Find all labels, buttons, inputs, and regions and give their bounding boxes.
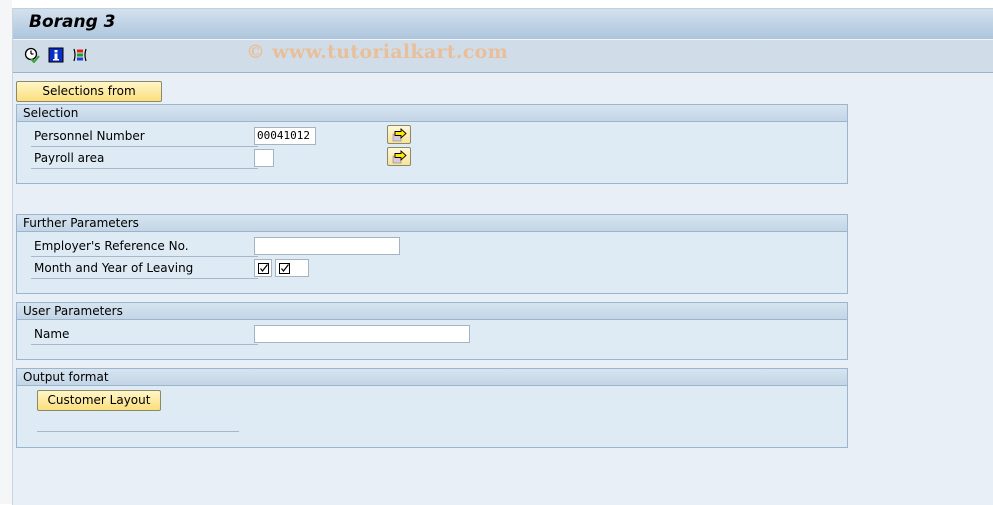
layout-underline bbox=[37, 431, 239, 432]
field-label: Payroll area bbox=[31, 149, 258, 169]
arrow-right-icon bbox=[392, 150, 407, 164]
selections-from-button[interactable]: Selections from bbox=[16, 81, 162, 102]
name-input[interactable] bbox=[254, 325, 470, 343]
group-output-format: Output format Customer Layout bbox=[16, 368, 848, 448]
group-user-parameters: User Parameters Name bbox=[16, 302, 848, 360]
group-selection: Selection Personnel Number 00041012 Payr… bbox=[16, 104, 848, 184]
customer-layout-button[interactable]: Customer Layout bbox=[37, 390, 161, 411]
multiple-selection-button[interactable] bbox=[387, 147, 411, 166]
application-toolbar: © www.tutorialkart.com bbox=[13, 40, 993, 73]
execute-clock-icon[interactable] bbox=[24, 47, 40, 64]
title-bar: Borang 3 bbox=[13, 9, 993, 40]
field-label: Employer's Reference No. bbox=[31, 237, 258, 257]
year-checkbox[interactable] bbox=[275, 259, 309, 277]
group-title: Selection bbox=[17, 105, 847, 122]
group-title: Further Parameters bbox=[17, 215, 847, 232]
field-label: Personnel Number bbox=[31, 127, 258, 147]
field-payroll-area: Payroll area bbox=[31, 147, 451, 169]
selection-options-icon[interactable] bbox=[72, 47, 88, 63]
checkmark-icon bbox=[279, 263, 290, 274]
information-icon[interactable] bbox=[48, 47, 64, 63]
field-name: Name bbox=[31, 325, 491, 345]
field-month-year-leaving: Month and Year of Leaving bbox=[31, 259, 451, 279]
month-checkbox[interactable] bbox=[254, 259, 272, 277]
group-title: User Parameters bbox=[17, 303, 847, 320]
arrow-right-icon bbox=[392, 128, 407, 142]
field-label: Month and Year of Leaving bbox=[31, 259, 258, 279]
field-employer-reference: Employer's Reference No. bbox=[31, 237, 451, 257]
watermark: © www.tutorialkart.com bbox=[246, 41, 509, 63]
field-label: Name bbox=[31, 325, 258, 345]
checkmark-icon bbox=[258, 263, 269, 274]
employer-reference-input[interactable] bbox=[254, 237, 400, 255]
sap-screen: Borang 3 © www.tutorialkart.com Selectio… bbox=[12, 8, 993, 505]
field-personnel-number: Personnel Number 00041012 bbox=[31, 125, 451, 147]
group-further-parameters: Further Parameters Employer's Reference … bbox=[16, 214, 848, 294]
left-margin bbox=[0, 0, 12, 504]
personnel-number-input[interactable]: 00041012 bbox=[254, 127, 316, 145]
payroll-area-input[interactable] bbox=[254, 149, 274, 167]
page-title: Borang 3 bbox=[29, 12, 116, 32]
multiple-selection-button[interactable] bbox=[387, 125, 411, 144]
group-title: Output format bbox=[17, 369, 847, 386]
